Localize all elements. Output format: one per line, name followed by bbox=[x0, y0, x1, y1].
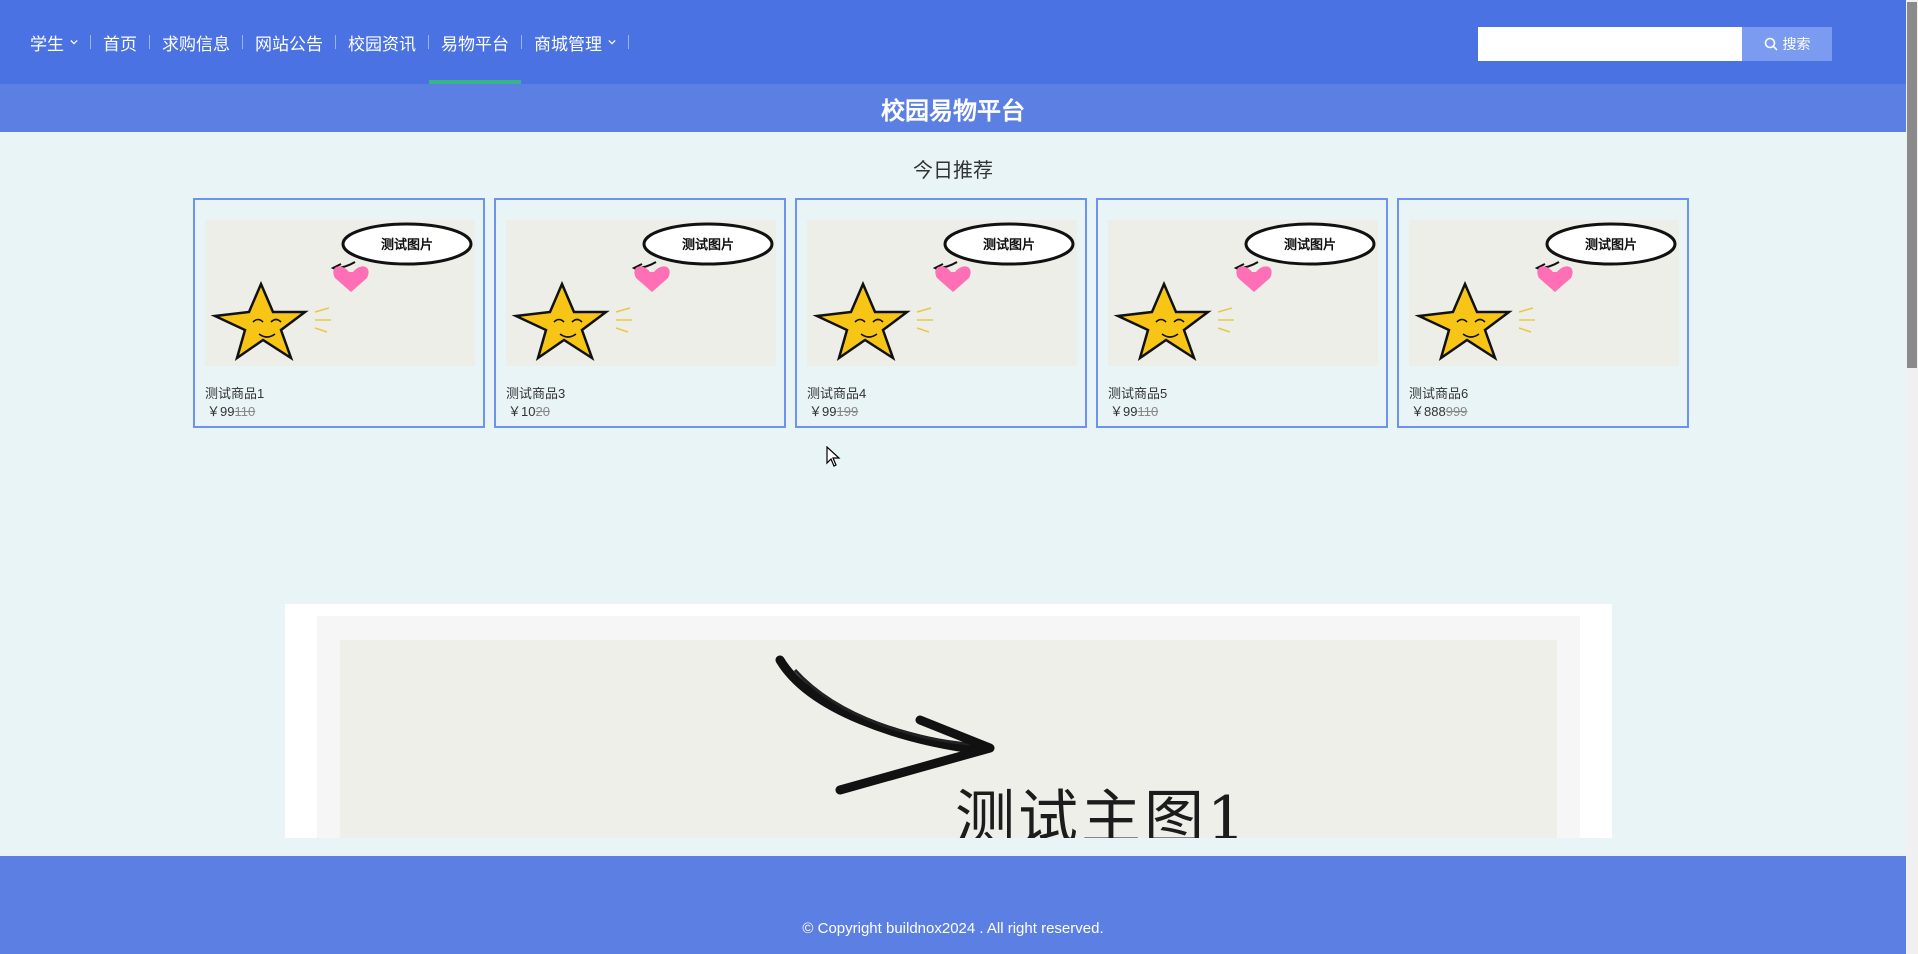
product-image[interactable]: 测试图片 bbox=[506, 220, 776, 366]
product-image[interactable]: 测试图片 bbox=[1108, 220, 1378, 366]
product-card[interactable]: 测试图片 测试商品6 ￥888999 bbox=[1397, 198, 1689, 428]
arrow-illustration bbox=[775, 655, 995, 795]
nav-item-label: 校园资讯 bbox=[348, 34, 416, 54]
search-icon bbox=[1764, 37, 1778, 51]
currency-symbol: ￥ bbox=[1411, 404, 1425, 419]
recommended-products: 测试图片 测试商品1 ￥99110 测试图片 测试商品3 ￥1020 测试图片 … bbox=[193, 198, 1689, 428]
current-price: 888 bbox=[1424, 404, 1446, 419]
original-price: 20 bbox=[535, 404, 550, 419]
star-illustration: 测试图片 bbox=[210, 222, 473, 362]
top-navigation-bar: 学生 首页 求购信息 网站公告 校园资讯 易物平台 商城管理 搜索 bbox=[0, 0, 1906, 84]
star-illustration: 测试图片 bbox=[1113, 222, 1376, 362]
banner-frame: 测试主图1 bbox=[317, 616, 1580, 838]
original-price: 199 bbox=[836, 404, 859, 419]
product-price: ￥888999 bbox=[1411, 401, 1467, 420]
product-card[interactable]: 测试图片 测试商品5 ￥99110 bbox=[1096, 198, 1388, 428]
currency-symbol: ￥ bbox=[1110, 404, 1124, 419]
nav-menu: 学生 首页 求购信息 网站公告 校园资讯 易物平台 商城管理 bbox=[0, 0, 629, 84]
nav-item-mall-management[interactable]: 商城管理 bbox=[522, 0, 628, 84]
image-caption: 测试图片 bbox=[983, 237, 1035, 253]
banner-caption: 测试主图1 bbox=[955, 784, 1249, 838]
image-caption: 测试图片 bbox=[1585, 237, 1637, 253]
product-price: ￥99110 bbox=[1110, 401, 1158, 420]
original-price: 110 bbox=[1137, 404, 1159, 419]
image-caption: 测试图片 bbox=[381, 237, 433, 253]
product-price: ￥99199 bbox=[809, 401, 858, 420]
current-price: 10 bbox=[521, 404, 536, 419]
nav-item-label: 求购信息 bbox=[162, 34, 230, 54]
search-button[interactable]: 搜索 bbox=[1742, 27, 1832, 61]
nav-item-label: 网站公告 bbox=[255, 34, 323, 54]
product-name[interactable]: 测试商品4 bbox=[807, 383, 866, 402]
chevron-down-icon bbox=[70, 39, 78, 45]
product-price: ￥99110 bbox=[207, 401, 255, 420]
search-button-label: 搜索 bbox=[1782, 36, 1811, 52]
search-input[interactable] bbox=[1478, 27, 1742, 61]
product-image[interactable]: 测试图片 bbox=[205, 220, 475, 366]
vertical-scrollbar[interactable] bbox=[1906, 0, 1918, 954]
nav-item-campus-news[interactable]: 校园资讯 bbox=[336, 0, 428, 84]
footer bbox=[0, 856, 1906, 954]
product-image[interactable]: 测试图片 bbox=[807, 220, 1077, 366]
star-illustration: 测试图片 bbox=[812, 222, 1075, 362]
currency-symbol: ￥ bbox=[809, 404, 823, 419]
nav-item-label: 商城管理 bbox=[534, 34, 602, 54]
currency-symbol: ￥ bbox=[207, 404, 221, 419]
search-bar: 搜索 bbox=[1478, 27, 1832, 61]
nav-item-trade-platform[interactable]: 易物平台 bbox=[429, 0, 521, 84]
product-name[interactable]: 测试商品6 bbox=[1409, 383, 1468, 402]
image-caption: 测试图片 bbox=[682, 237, 734, 253]
copyright-text: © Copyright buildnox2024 . All right res… bbox=[802, 920, 1104, 937]
nav-item-purchase-requests[interactable]: 求购信息 bbox=[150, 0, 242, 84]
product-card[interactable]: 测试图片 测试商品4 ￥99199 bbox=[795, 198, 1087, 428]
banner-carousel[interactable]: 测试主图1 bbox=[285, 604, 1612, 838]
nav-divider bbox=[628, 35, 629, 49]
product-price: ￥1020 bbox=[508, 401, 550, 420]
nav-item-label: 首页 bbox=[103, 34, 137, 54]
product-name[interactable]: 测试商品1 bbox=[205, 383, 264, 402]
chevron-down-icon bbox=[608, 39, 616, 45]
original-price: 110 bbox=[234, 404, 256, 419]
image-caption: 测试图片 bbox=[1284, 237, 1336, 253]
current-price: 99 bbox=[220, 404, 235, 419]
product-name[interactable]: 测试商品5 bbox=[1108, 383, 1167, 402]
product-image[interactable]: 测试图片 bbox=[1409, 220, 1679, 366]
nav-item-announcements[interactable]: 网站公告 bbox=[243, 0, 335, 84]
page-title-band: 校园易物平台 bbox=[0, 84, 1906, 132]
page-title: 校园易物平台 bbox=[881, 97, 1025, 125]
nav-item-student[interactable]: 学生 bbox=[30, 0, 90, 84]
product-card[interactable]: 测试图片 测试商品1 ￥99110 bbox=[193, 198, 485, 428]
star-illustration: 测试图片 bbox=[1414, 222, 1677, 362]
mouse-cursor-icon bbox=[826, 446, 841, 467]
star-illustration: 测试图片 bbox=[511, 222, 774, 362]
nav-item-label: 学生 bbox=[30, 34, 64, 54]
section-title: 今日推荐 bbox=[913, 160, 993, 182]
nav-item-label: 易物平台 bbox=[441, 34, 509, 54]
current-price: 99 bbox=[822, 404, 837, 419]
scrollbar-thumb[interactable] bbox=[1907, 2, 1917, 368]
current-price: 99 bbox=[1123, 404, 1138, 419]
nav-item-home[interactable]: 首页 bbox=[91, 0, 149, 84]
product-name[interactable]: 测试商品3 bbox=[506, 383, 565, 402]
product-card[interactable]: 测试图片 测试商品3 ￥1020 bbox=[494, 198, 786, 428]
original-price: 999 bbox=[1445, 404, 1468, 419]
currency-symbol: ￥ bbox=[508, 404, 522, 419]
banner-image[interactable]: 测试主图1 bbox=[340, 640, 1557, 838]
